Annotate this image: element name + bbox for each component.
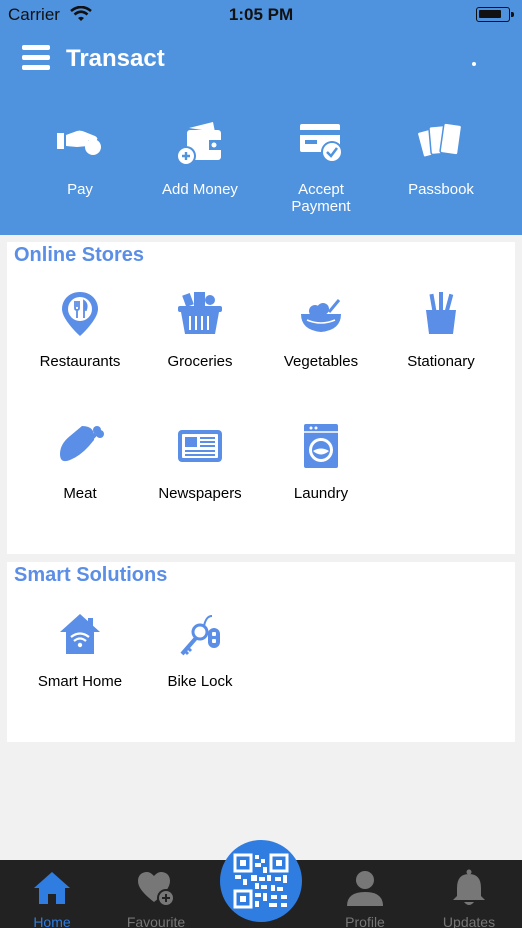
add-money-button[interactable]: Add Money <box>140 118 260 198</box>
nav-profile-label: Profile <box>345 914 385 928</box>
smart-solutions-card: Smart Solutions Smart Home Bike Lock <box>7 562 515 742</box>
store-restaurants[interactable]: Restaurants <box>20 290 140 370</box>
accept-payment-button[interactable]: Accept Payment <box>261 118 381 215</box>
grocery-basket-icon <box>178 292 222 334</box>
smart-home-icon <box>60 614 100 654</box>
app-header: Carrier 1:05 PM Transact Pay Add Money A… <box>0 0 522 235</box>
pay-label: Pay <box>67 181 93 198</box>
store-vegetables[interactable]: Vegetables <box>261 290 381 370</box>
passbook-label: Passbook <box>408 181 474 198</box>
store-label: Laundry <box>293 485 349 502</box>
card-check-icon <box>300 124 343 163</box>
store-label: Meat <box>63 485 97 502</box>
nav-updates[interactable]: Updates <box>417 860 521 928</box>
smart-solutions-title: Smart Solutions <box>14 564 168 586</box>
pay-hand-icon <box>57 130 101 155</box>
restaurant-pin-icon <box>62 292 98 336</box>
bell-icon <box>453 869 485 905</box>
store-label: Stationary <box>407 353 475 370</box>
store-laundry[interactable]: Laundry <box>261 422 381 502</box>
home-icon <box>34 872 70 904</box>
cards-stack-icon <box>416 122 463 158</box>
quick-actions: Pay Add Money Accept Payment Passbook <box>0 118 522 228</box>
page-title: Transact <box>66 45 165 72</box>
nav-home[interactable]: Home <box>0 860 104 928</box>
menu-icon[interactable] <box>22 45 50 71</box>
add-money-label: Add Money <box>162 181 238 198</box>
key-lock-icon <box>180 615 220 656</box>
wallet-add-icon <box>176 122 221 166</box>
nav-profile[interactable]: Profile <box>313 860 417 928</box>
nav-favourite[interactable]: Favourite <box>104 860 208 928</box>
accept-payment-label: Accept Payment <box>291 181 351 215</box>
person-icon <box>347 871 383 906</box>
nav-favourite-label: Favourite <box>126 914 186 928</box>
qr-code-icon <box>233 853 289 909</box>
qr-scan-button[interactable] <box>220 840 302 922</box>
bike-lock-button[interactable]: Bike Lock <box>140 610 260 690</box>
store-label: Restaurants <box>39 353 121 370</box>
drumstick-icon <box>60 426 104 462</box>
store-meat[interactable]: Meat <box>20 422 140 502</box>
store-label: Groceries <box>167 353 233 370</box>
smart-home-label: Smart Home <box>37 673 123 690</box>
pencil-cup-icon <box>426 292 456 334</box>
store-label: Newspapers <box>158 485 242 502</box>
pay-button[interactable]: Pay <box>20 118 140 198</box>
status-time: 1:05 PM <box>228 5 294 24</box>
online-stores-title: Online Stores <box>14 244 145 266</box>
vegetable-bowl-icon <box>301 299 341 332</box>
store-stationary[interactable]: Stationary <box>381 290 501 370</box>
online-stores-card: Online Stores Restaurants Groceries Vege… <box>7 242 515 554</box>
bike-lock-label: Bike Lock <box>167 673 233 690</box>
smart-home-button[interactable]: Smart Home <box>20 610 140 690</box>
passbook-button[interactable]: Passbook <box>381 118 501 198</box>
header-dot <box>472 62 476 66</box>
store-newspapers[interactable]: Newspapers <box>140 422 260 502</box>
store-groceries[interactable]: Groceries <box>140 290 260 370</box>
nav-home-label: Home <box>33 914 71 928</box>
heart-add-icon <box>138 872 175 907</box>
washing-machine-icon <box>304 424 338 468</box>
store-label: Vegetables <box>283 353 359 370</box>
newspaper-icon <box>178 430 222 462</box>
status-bar: Carrier 1:05 PM <box>0 0 522 30</box>
battery-icon <box>476 7 514 22</box>
nav-updates-label: Updates <box>442 914 496 928</box>
